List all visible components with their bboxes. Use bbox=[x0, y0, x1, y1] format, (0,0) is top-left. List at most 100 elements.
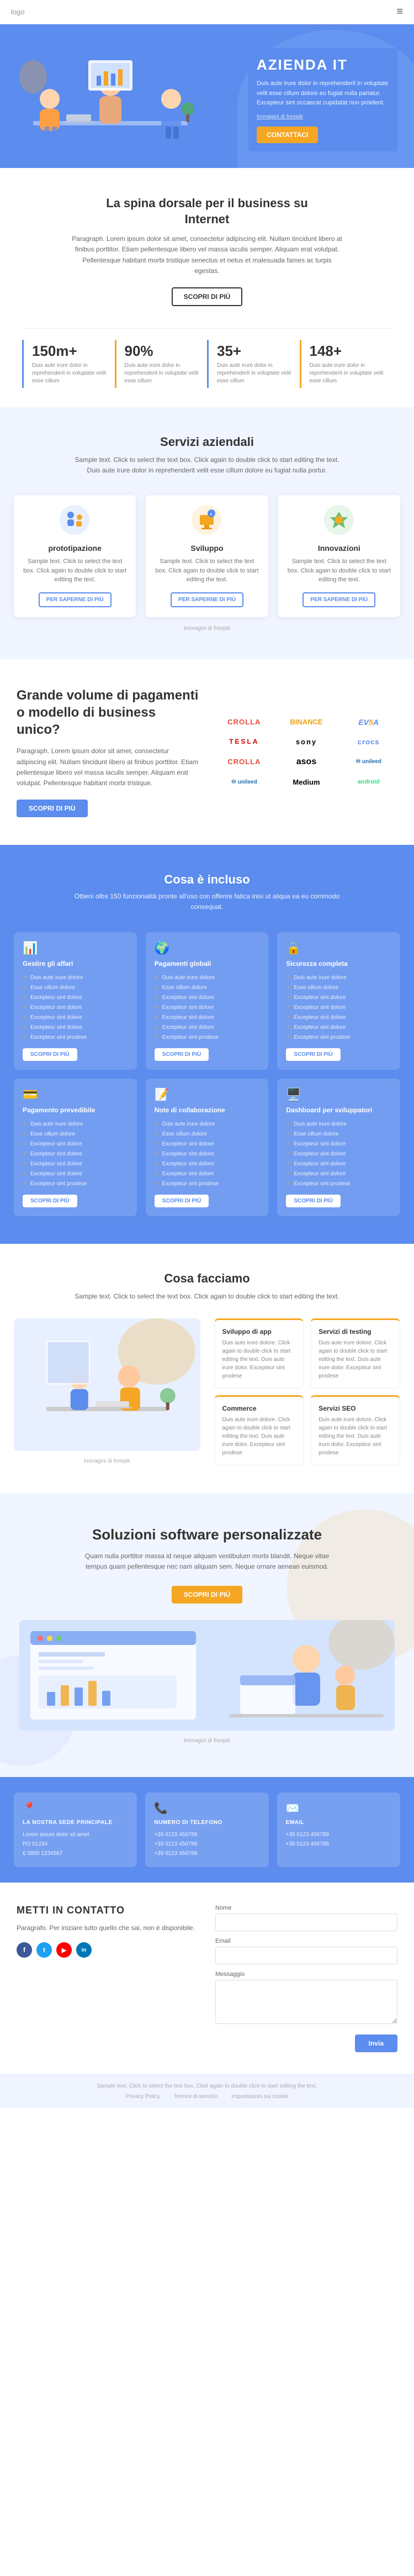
incluso-features-5: ✓Duis aute irure dolore ✓Esse cillum dol… bbox=[155, 1119, 260, 1189]
services-description: Sample text. Click to select the text bo… bbox=[69, 455, 345, 476]
service-icon-3 bbox=[324, 505, 354, 535]
logo-sony: sony bbox=[278, 734, 336, 749]
logo-binance: BINANCE bbox=[278, 714, 336, 729]
incluso-features-1: ✓Duis aute irure dolore ✓Esse cillum dol… bbox=[23, 973, 128, 1043]
incluso-icon-2: 🌍 bbox=[155, 941, 260, 955]
phone-details: +39 0123 456789 +39 0123 456789 +39 0123… bbox=[154, 1830, 259, 1858]
facciamo-card-3: Commerce Duis aute irure dolore. Click a… bbox=[214, 1395, 304, 1465]
incluso-title-5: Note di collaborazione bbox=[155, 1106, 260, 1114]
stat-label-1: Duis aute irure dolor in reprehenderit i… bbox=[32, 362, 107, 385]
facciamo-card-desc-2: Duis aute irure dolore. Click again to d… bbox=[319, 1339, 392, 1380]
form-email-label: Email bbox=[215, 1938, 397, 1944]
incluso-item-4: 💳 Pagamento prevedibile ✓Duis aute irure… bbox=[14, 1079, 137, 1216]
footer-link-privacy[interactable]: Privacy Policy bbox=[125, 2094, 160, 2100]
menu-icon[interactable]: ≡ bbox=[396, 6, 403, 18]
email-title: EMAIL bbox=[286, 1820, 391, 1826]
stat-label-2: Duis aute irure dolor in reprehenderit i… bbox=[125, 362, 199, 385]
service-cta-1[interactable]: PER SAPERNE DI PIÙ bbox=[39, 592, 112, 607]
phone-title: NUMERO DI TELEFONO bbox=[154, 1820, 259, 1826]
form-message-group: Messaggio bbox=[215, 1971, 397, 2027]
address-title: LA NOSTRA SEDE PRINCIPALE bbox=[23, 1820, 128, 1826]
facciamo-cards-grid: Sviluppo di app Duis aute irure dolore. … bbox=[214, 1318, 401, 1465]
hero-section: AZIENDA IT Duis aute irure dolor in repr… bbox=[0, 24, 414, 168]
stats-row: 150m+ Duis aute irure dolor in reprehend… bbox=[22, 328, 392, 388]
incluso-cta-3[interactable]: SCOPRI DI PIÙ bbox=[286, 1048, 341, 1061]
software-cta-button[interactable]: SCOPRI DI PIÙ bbox=[172, 1586, 243, 1604]
logo-crolla-1: CROLLA bbox=[215, 714, 273, 729]
facciamo-card-desc-4: Duis aute irure dolore. Click again to d… bbox=[319, 1416, 392, 1457]
services-image-credit: Immagini di freepik bbox=[14, 625, 400, 632]
incluso-item-2: 🌍 Pagamenti globali ✓Duis aute irure dol… bbox=[146, 932, 269, 1070]
logo-tesla: TESLA bbox=[215, 734, 273, 749]
stat-item-1: 150m+ Duis aute irure dolor in reprehend… bbox=[22, 340, 115, 388]
svg-text:+: + bbox=[210, 512, 213, 517]
hero-title: AZIENDA IT bbox=[257, 56, 389, 73]
spine-cta-button[interactable]: SCOPRI DI PIÙ bbox=[172, 287, 243, 306]
logo-unileed-1: ♾ unileed bbox=[339, 755, 397, 768]
logo: logo bbox=[11, 8, 25, 16]
incluso-title-6: Dashboard per sviluppatori bbox=[286, 1106, 391, 1114]
facciamo-section: Cosa facciamo Sample text. Click to sele… bbox=[0, 1244, 414, 1493]
facciamo-card-title-3: Commerce bbox=[222, 1405, 296, 1412]
contact-title: METTI IN CONTATTO bbox=[17, 1905, 199, 1916]
email-icon: ✉️ bbox=[286, 1801, 391, 1815]
footer-link-cookies[interactable]: Impostazioni sui cookie bbox=[231, 2094, 288, 2100]
footer-card-address: 📍 LA NOSTRA SEDE PRINCIPALE Lorem ipsum … bbox=[14, 1792, 137, 1867]
footer-text: Sample text. Click to select the text bo… bbox=[17, 2083, 397, 2089]
incluso-title: Cosa è incluso bbox=[14, 872, 400, 887]
incluso-item-5: 📝 Note di collaborazione ✓Duis aute irur… bbox=[146, 1079, 269, 1216]
facciamo-title: Cosa facciamo bbox=[14, 1271, 400, 1286]
incluso-cta-2[interactable]: SCOPRI DI PIÙ bbox=[155, 1048, 209, 1061]
footer-links: Privacy Policy Termini di servizio Impos… bbox=[17, 2094, 397, 2100]
spine-description: Paragraph. Lorem ipsum dolor sit amet, c… bbox=[69, 234, 345, 276]
facciamo-illustration bbox=[14, 1318, 200, 1451]
stat-number-2: 90% bbox=[125, 343, 199, 360]
software-title: Soluzioni software personalizzate bbox=[17, 1526, 397, 1543]
facciamo-card-1: Sviluppo di app Duis aute irure dolore. … bbox=[214, 1318, 304, 1389]
facciamo-card-desc-3: Duis aute irure dolore. Click again to d… bbox=[222, 1416, 296, 1457]
form-message-textarea[interactable] bbox=[215, 1980, 397, 2024]
stat-number-4: 148+ bbox=[310, 343, 384, 360]
incluso-grid: 📊 Gestire gli affari ✓Duis aute irure do… bbox=[14, 932, 400, 1216]
linkedin-icon[interactable]: in bbox=[76, 1942, 92, 1958]
incluso-icon-6: 🖥️ bbox=[286, 1087, 391, 1102]
incluso-features-4: ✓Duis aute irure dolore ✓Esse cillum dol… bbox=[23, 1119, 128, 1189]
incluso-item-6: 🖥️ Dashboard per sviluppatori ✓Duis aute… bbox=[277, 1079, 400, 1216]
footer-link-terms[interactable]: Termini di servizio bbox=[174, 2094, 217, 2100]
hero-cta-button[interactable]: CONTATTACI bbox=[257, 127, 318, 143]
incluso-cta-6[interactable]: SCOPRI DI PIÙ bbox=[286, 1195, 341, 1207]
stat-number-3: 35+ bbox=[217, 343, 291, 360]
form-email-input[interactable] bbox=[215, 1947, 397, 1964]
payments-text: Grande volume di pagamenti o modello di … bbox=[17, 687, 199, 817]
hero-description: Duis aute irure dolor in reprehenderit i… bbox=[257, 79, 389, 108]
hero-freepik-link[interactable]: Immagini di freepik bbox=[257, 114, 389, 120]
software-illustration bbox=[19, 1620, 395, 1731]
twitter-icon[interactable]: t bbox=[36, 1942, 52, 1958]
email-details: +39 0123 456789 +39 0123 456789 bbox=[286, 1830, 391, 1849]
service-cta-3[interactable]: PER SAPERNE DI PIÙ bbox=[302, 592, 375, 607]
incluso-cta-5[interactable]: SCOPRI DI PIÙ bbox=[155, 1195, 209, 1207]
social-row: f t ▶ in bbox=[17, 1942, 199, 1958]
facebook-icon[interactable]: f bbox=[17, 1942, 32, 1958]
address-icon: 📍 bbox=[23, 1801, 128, 1815]
form-submit-button[interactable]: Invia bbox=[355, 2034, 397, 2052]
spine-title: La spina dorsale per il business su Inte… bbox=[91, 196, 323, 227]
youtube-icon[interactable]: ▶ bbox=[56, 1942, 72, 1958]
facciamo-card-2: Servizi di testing Duis aute irure dolor… bbox=[310, 1318, 400, 1389]
facciamo-content: Immagini di freepik Sviluppo di app Duis… bbox=[14, 1318, 400, 1465]
service-icon-1 bbox=[60, 505, 90, 535]
service-desc-1: Sample text. Click to select the text bo… bbox=[22, 557, 128, 585]
phone-icon: 📞 bbox=[154, 1801, 259, 1815]
payments-cta-button[interactable]: SCOPRI DI PIÙ bbox=[17, 800, 88, 817]
service-cta-2[interactable]: PER SAPERNE DI PIÙ bbox=[171, 592, 243, 607]
logo-crolla-2: CROLLA bbox=[215, 754, 273, 769]
contact-section: METTI IN CONTATTO Paragrafo. Per iniziar… bbox=[0, 1883, 414, 2074]
logo-medium: Medium bbox=[278, 775, 336, 790]
hero-illustration bbox=[17, 49, 204, 165]
service-title-3: Innovazioni bbox=[286, 544, 392, 553]
stat-item-4: 148+ Duis aute irure dolor in reprehende… bbox=[300, 340, 392, 388]
incluso-cta-4[interactable]: SCOPRI DI PIÙ bbox=[23, 1195, 77, 1207]
incluso-cta-1[interactable]: SCOPRI DI PIÙ bbox=[23, 1048, 77, 1061]
form-name-input[interactable] bbox=[215, 1913, 397, 1931]
services-grid: prototipazione Sample text. Click to sel… bbox=[14, 495, 400, 617]
